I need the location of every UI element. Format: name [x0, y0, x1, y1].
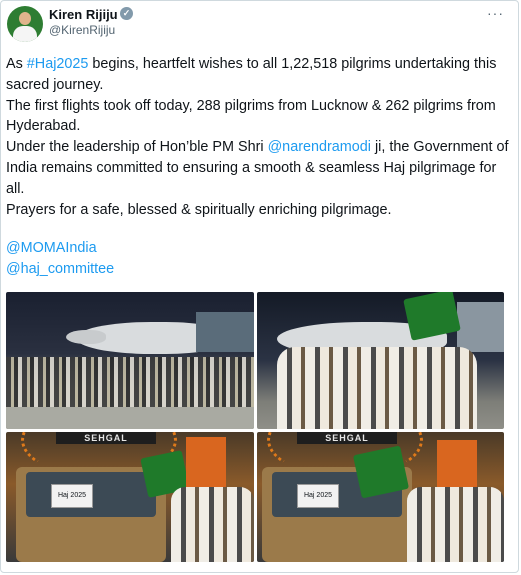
officials-group-shape: [277, 347, 477, 429]
tarmac-shape: [6, 407, 254, 429]
tweet-line-1: As #Haj2025 begins, heartfelt wishes to …: [6, 54, 511, 96]
orange-decor-shape-2: [437, 440, 477, 490]
officials-group-shape-2: [171, 487, 254, 562]
mention-link-narendramodi[interactable]: @narendramodi: [268, 139, 371, 155]
jet-bridge-shape-2: [457, 302, 504, 352]
tweet-text: As #Haj2025 begins, heartfelt wishes to …: [6, 54, 511, 220]
bus-sign-2: Haj 2025: [297, 484, 339, 508]
tweet-line-3: Under the leadership of Hon’ble PM Shri …: [6, 137, 511, 199]
tweet-line-2: The first flights took off today, 288 pi…: [6, 97, 496, 135]
photo-bus-flag-off-2[interactable]: SEHGAL Haj 2025: [257, 432, 504, 562]
bus-sign: Haj 2025: [51, 484, 93, 508]
tweet-line-1-pre: As: [6, 56, 27, 72]
officials-group-shape-3: [407, 487, 504, 562]
verified-badge-icon: ✓: [120, 7, 133, 20]
profile-avatar[interactable]: [7, 6, 43, 42]
author-name[interactable]: Kiren Rijiju: [49, 7, 118, 22]
green-flag-shape: [403, 292, 461, 341]
photo-flag-off-aircraft[interactable]: [257, 292, 504, 429]
jet-bridge-shape: [196, 312, 254, 352]
tweet-card: Kiren Rijiju ✓ @KirenRijiju ··· As #Haj2…: [0, 0, 519, 573]
crowd-shape: [6, 357, 254, 407]
tweet-line-3-pre: Under the leadership of Hon’ble PM Shri: [6, 139, 268, 156]
hashtag-link[interactable]: #Haj2025: [27, 56, 89, 72]
photo-airport-crowd[interactable]: [6, 292, 254, 429]
avatar-face: [19, 12, 31, 25]
mention-list: @MOMAIndia @haj_committee: [6, 238, 114, 280]
more-options-icon[interactable]: ···: [487, 5, 504, 21]
orange-decor-shape: [186, 437, 226, 487]
avatar-body: [13, 26, 37, 42]
photo-bus-flag-off[interactable]: SEHGAL Haj 2025: [6, 432, 254, 562]
aircraft-tail-shape: [66, 330, 106, 344]
mention-link-moma[interactable]: @MOMAIndia: [6, 238, 114, 259]
author-handle[interactable]: @KirenRijiju: [49, 23, 115, 37]
tweet-line-4: Prayers for a safe, blessed & spirituall…: [6, 201, 392, 218]
mention-link-haj-committee[interactable]: @haj_committee: [6, 259, 114, 280]
